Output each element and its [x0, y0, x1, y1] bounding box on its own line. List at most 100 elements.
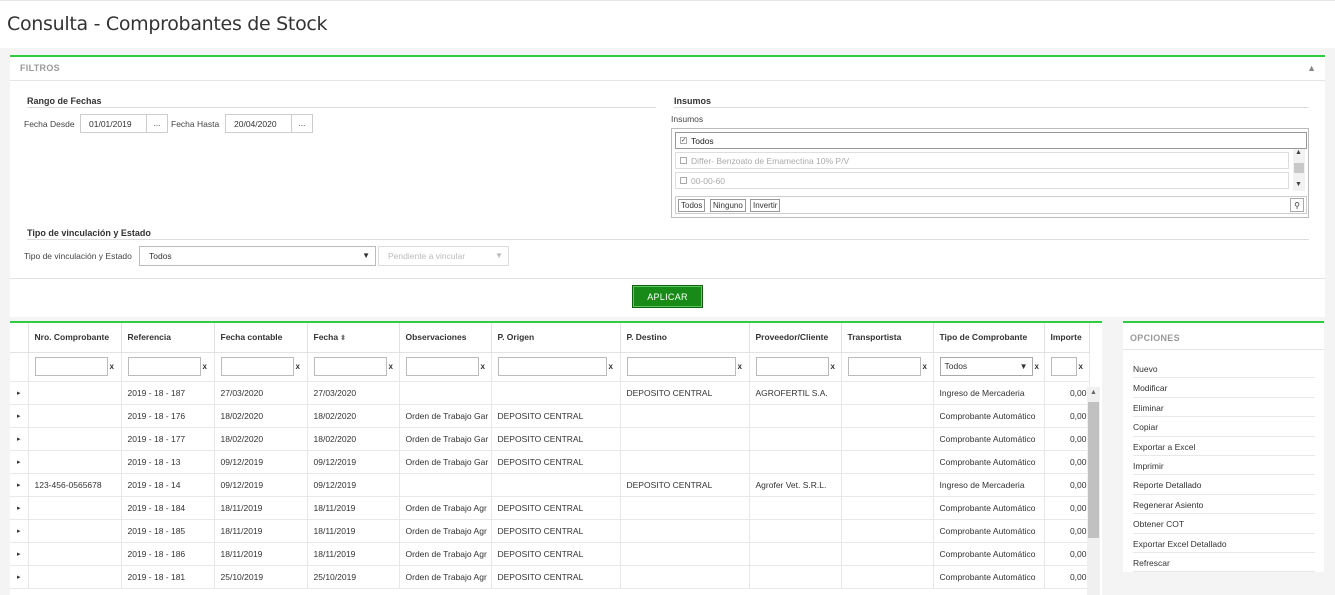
column-header[interactable]: P. Origen: [491, 323, 621, 353]
clear-filter-button[interactable]: x: [831, 362, 835, 371]
option-item[interactable]: Exportar a Excel: [1133, 437, 1315, 456]
clear-filter-button[interactable]: x: [389, 362, 393, 371]
table-row[interactable]: ▸ 2019 - 18 - 177 18/02/2020 18/02/2020 Orde…: [10, 427, 1090, 451]
clear-filter-button[interactable]: x: [1035, 362, 1039, 371]
grid-scrollbar[interactable]: ▲: [1087, 387, 1100, 595]
date-from-picker-button[interactable]: ...: [146, 114, 168, 133]
column-header[interactable]: Referencia: [121, 323, 215, 353]
expand-row-icon[interactable]: ▸: [10, 565, 29, 589]
clear-filter-button[interactable]: x: [203, 362, 207, 371]
option-item[interactable]: Refrescar: [1133, 553, 1315, 573]
search-icon[interactable]: ⚲: [1290, 198, 1304, 212]
date-from-input[interactable]: 01/01/2019: [80, 114, 147, 133]
column-filter-input[interactable]: [626, 357, 736, 376]
clear-filter-button[interactable]: x: [738, 362, 742, 371]
clear-filter-button[interactable]: x: [110, 362, 114, 371]
clear-filter-button[interactable]: x: [296, 362, 300, 371]
table-cell: Comprobante Automático: [933, 519, 1045, 543]
column-filter-input[interactable]: [313, 357, 387, 376]
table-row[interactable]: ▸ 2019 - 18 - 185 18/11/2019 18/11/2019 Orde…: [10, 519, 1090, 543]
expand-row-icon[interactable]: ▸: [10, 496, 29, 520]
table-row[interactable]: ▸ 2019 - 18 - 181 25/10/2019 25/10/2019 Orde…: [10, 565, 1090, 589]
scrollbar-thumb[interactable]: [1088, 402, 1099, 538]
table-row[interactable]: ▸ 2019 - 18 - 187 27/03/2020 27/03/2020 DEPO…: [10, 381, 1090, 405]
option-item[interactable]: Regenerar Asiento: [1133, 495, 1315, 515]
table-cell: 09/12/2019: [307, 450, 400, 474]
table-cell: [28, 519, 122, 543]
table-row[interactable]: ▸ 2019 - 18 - 186 18/11/2019 18/11/2019 Orde…: [10, 542, 1090, 566]
column-header[interactable]: Fecha contable: [214, 323, 308, 353]
column-header[interactable]: Importe: [1044, 323, 1090, 353]
clear-filter-button[interactable]: x: [1079, 362, 1083, 371]
clear-filter-button[interactable]: x: [609, 362, 613, 371]
column-header[interactable]: Observaciones: [399, 323, 492, 353]
column-filter-input[interactable]: [127, 357, 201, 376]
column-header[interactable]: Proveedor/Cliente: [749, 323, 842, 353]
column-filter-input[interactable]: [405, 357, 479, 376]
insumo-item-todos[interactable]: ✓ Todos: [675, 132, 1307, 149]
expand-row-icon[interactable]: ▸: [10, 381, 29, 405]
column-header[interactable]: P. Destino: [620, 323, 750, 353]
select-none-button[interactable]: Ninguno: [710, 199, 746, 212]
option-item[interactable]: Eliminar: [1133, 398, 1315, 418]
column-filter-input[interactable]: [34, 357, 108, 376]
column-header[interactable]: Nro. Comprobante: [28, 323, 122, 353]
option-item[interactable]: Modificar: [1133, 378, 1315, 398]
invert-selection-button[interactable]: Invertir: [750, 199, 781, 212]
column-filter-input[interactable]: [847, 357, 921, 376]
table-cell: Orden de Trabajo Agr: [399, 565, 492, 589]
scroll-up-icon[interactable]: ▲: [1295, 149, 1302, 156]
table-cell: [841, 427, 934, 451]
vinculacion-select[interactable]: Todos ▼: [139, 246, 376, 266]
option-item[interactable]: Obtener COT: [1133, 514, 1315, 534]
sort-icon[interactable]: ⬍: [340, 335, 346, 342]
column-header-sorted[interactable]: Fecha ⬍: [307, 323, 400, 353]
scroll-down-icon[interactable]: ▼: [1295, 181, 1302, 188]
table-cell: 0,00: [1044, 542, 1090, 566]
column-header[interactable]: Tipo de Comprobante: [933, 323, 1045, 353]
expand-row-icon[interactable]: ▸: [10, 427, 29, 451]
column-filter-input[interactable]: [220, 357, 294, 376]
scroll-up-icon[interactable]: ▲: [1090, 389, 1097, 396]
column-filter-input[interactable]: [755, 357, 829, 376]
insumos-toolbar: Todos Ninguno Invertir ⚲: [675, 196, 1307, 214]
tipo-filter-value: Todos: [944, 361, 968, 371]
expand-row-icon[interactable]: ▸: [10, 473, 29, 497]
insumos-scrollbar[interactable]: ▲ ▼: [1293, 149, 1305, 191]
column-header[interactable]: Transportista: [841, 323, 934, 353]
option-item[interactable]: Reporte Detallado: [1133, 475, 1315, 495]
filter-cell: x: [214, 352, 308, 382]
column-filter-input[interactable]: [497, 357, 607, 376]
clear-filter-button[interactable]: x: [923, 362, 927, 371]
filters-header[interactable]: FILTROS ▲: [10, 57, 1325, 81]
checkbox-icon[interactable]: [680, 177, 687, 184]
tipo-filter-select[interactable]: Todos ▼: [939, 357, 1033, 376]
option-item[interactable]: Exportar Excel Detallado: [1133, 534, 1315, 553]
insumo-item[interactable]: Differ- Benzoato de Emamectina 10% P/V: [675, 152, 1289, 169]
option-item[interactable]: Nuevo: [1133, 359, 1315, 379]
chevron-up-icon[interactable]: ▲: [1307, 63, 1316, 73]
expand-row-icon[interactable]: ▸: [10, 450, 29, 474]
table-row[interactable]: ▸ 2019 - 18 - 184 18/11/2019 18/11/2019 Orde…: [10, 496, 1090, 520]
date-to-input[interactable]: 20/04/2020: [225, 114, 292, 133]
scrollbar-thumb[interactable]: [1294, 163, 1304, 173]
checkbox-checked-icon[interactable]: ✓: [680, 137, 687, 144]
checkbox-icon[interactable]: [680, 157, 687, 164]
expand-row-icon[interactable]: ▸: [10, 404, 29, 428]
column-filter-input[interactable]: [1050, 357, 1077, 376]
option-item[interactable]: Copiar: [1133, 417, 1315, 437]
filter-cell: x: [121, 352, 215, 382]
table-row[interactable]: ▸ 2019 - 18 - 176 18/02/2020 18/02/2020 Orde…: [10, 404, 1090, 428]
expand-row-icon[interactable]: ▸: [10, 542, 29, 566]
table-row[interactable]: ▸ 2019 - 18 - 13 09/12/2019 09/12/2019 Orden…: [10, 450, 1090, 474]
date-to-picker-button[interactable]: ...: [291, 114, 313, 133]
table-row[interactable]: ▸ 123-456-0565678 2019 - 18 - 14 09/12/2019…: [10, 473, 1090, 497]
apply-button[interactable]: APLICAR: [632, 285, 703, 308]
option-item[interactable]: Imprimir: [1133, 456, 1315, 476]
select-all-button[interactable]: Todos: [678, 199, 706, 212]
expand-row-icon[interactable]: ▸: [10, 519, 29, 543]
clear-filter-button[interactable]: x: [481, 362, 485, 371]
insumos-listbox[interactable]: ✓ Todos Differ- Benzoato de Emamectina 1…: [671, 128, 1309, 218]
insumo-item[interactable]: 00-00-60: [675, 172, 1289, 189]
table-cell: 123-456-0565678: [28, 473, 122, 497]
